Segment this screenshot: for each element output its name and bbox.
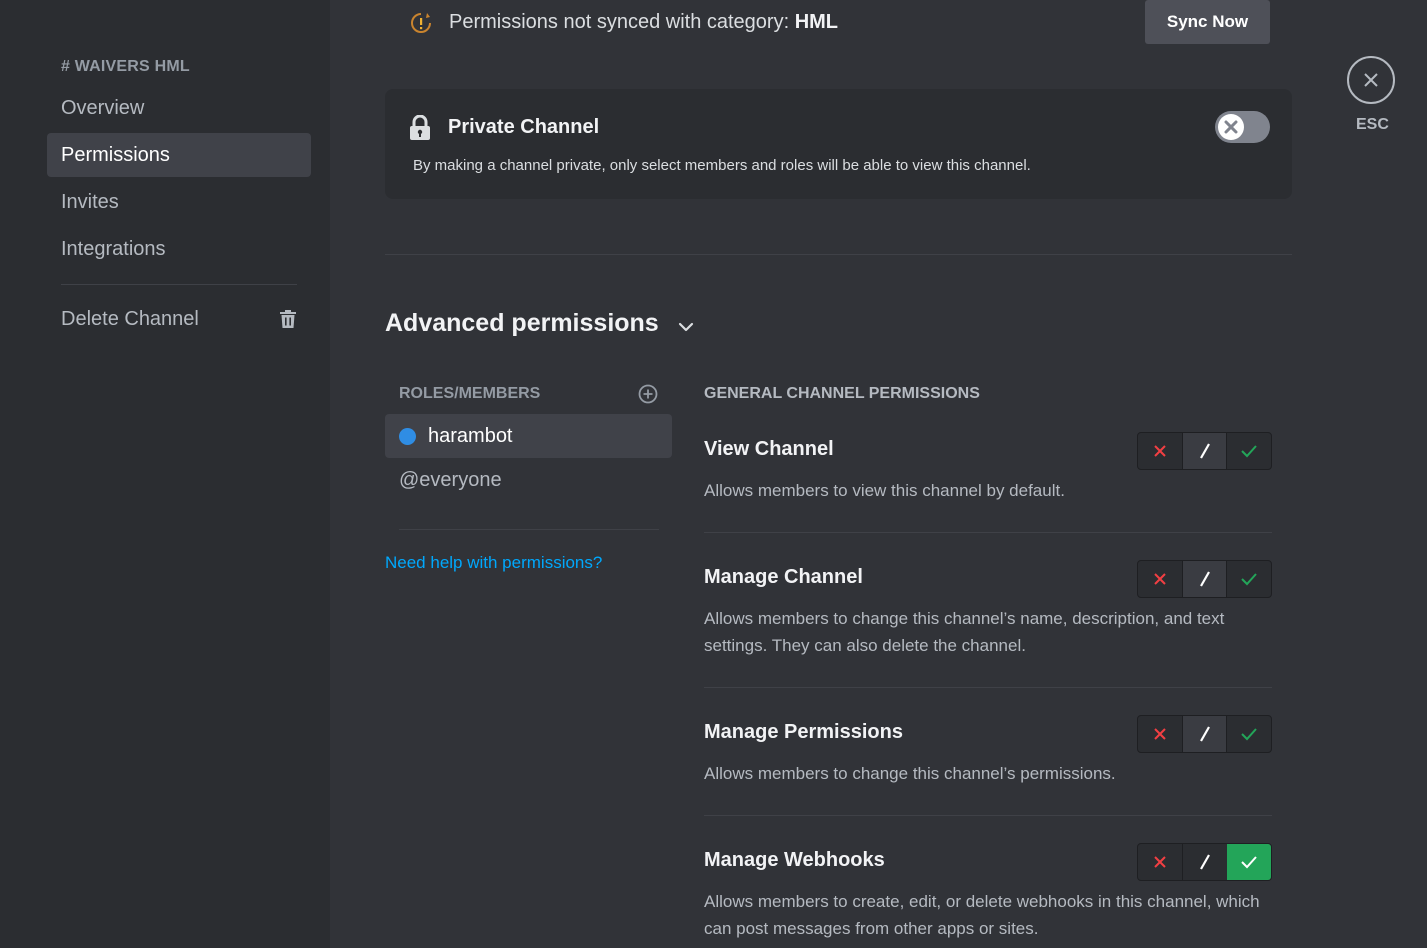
permission-tristate [1137, 843, 1272, 881]
role-item-everyone[interactable]: @everyone [385, 458, 672, 502]
chevron-down-icon[interactable] [677, 318, 695, 341]
x-icon [1154, 573, 1166, 585]
section-divider [385, 254, 1292, 255]
role-color-dot [399, 427, 416, 445]
sidebar-item-label: Delete Channel [61, 307, 199, 330]
settings-sidebar: # WAIVERS HML Overview Permissions Invit… [0, 0, 330, 948]
check-icon [1241, 856, 1257, 869]
x-icon [1154, 445, 1166, 457]
delete-channel-button[interactable]: Delete Channel [47, 297, 311, 341]
permission-tristate [1137, 432, 1272, 470]
private-channel-card: Private Channel By making a channel priv… [385, 89, 1292, 199]
permissions-help-link[interactable]: Need help with permissions? [385, 553, 602, 573]
permission-name: View Channel [704, 438, 834, 460]
sidebar-item-overview[interactable]: Overview [47, 86, 311, 130]
allow-button[interactable] [1227, 433, 1271, 469]
slash-icon [1199, 726, 1210, 742]
slash-icon [1199, 571, 1210, 587]
sidebar-item-integrations[interactable]: Integrations [47, 227, 311, 271]
permission-divider [704, 687, 1272, 688]
deny-button[interactable] [1138, 561, 1182, 597]
deny-button[interactable] [1138, 844, 1182, 880]
neutral-button[interactable] [1181, 561, 1228, 597]
allow-button[interactable] [1227, 716, 1271, 752]
permission-divider [704, 815, 1272, 816]
check-icon [1241, 728, 1257, 741]
permission-description: Allows members to change this channel’s … [704, 764, 1116, 783]
private-channel-title: Private Channel [448, 116, 600, 138]
permission-description: Allows members to change this channel’s … [704, 609, 1225, 655]
private-channel-toggle[interactable] [1215, 111, 1270, 143]
channel-name-header: # WAIVERS HML [61, 58, 190, 75]
sync-warning-icon [410, 12, 432, 39]
sync-now-button[interactable]: Sync Now [1145, 0, 1270, 44]
permission-description: Allows members to create, edit, or delet… [704, 892, 1260, 938]
sync-text-prefix: Permissions not synced with category: [449, 11, 795, 33]
check-icon [1241, 445, 1257, 458]
private-channel-description: By making a channel private, only select… [413, 157, 1031, 174]
permission-name: Manage Permissions [704, 721, 903, 743]
role-item-harambot[interactable]: harambot [385, 414, 672, 458]
advanced-permissions-title: Advanced permissions [385, 309, 659, 337]
add-role-icon[interactable] [638, 384, 658, 409]
toggle-knob [1218, 114, 1244, 140]
allow-button[interactable] [1227, 561, 1271, 597]
sidebar-item-label: Integrations [61, 237, 166, 260]
deny-button[interactable] [1138, 433, 1182, 469]
check-icon [1241, 573, 1257, 586]
close-icon [1224, 120, 1238, 134]
permissions-section-header: GENERAL CHANNEL PERMISSIONS [704, 385, 980, 402]
esc-label: ESC [1356, 116, 1389, 133]
x-icon [1154, 728, 1166, 740]
permission-divider [704, 532, 1272, 533]
neutral-button[interactable] [1182, 844, 1227, 880]
permission-tristate [1137, 560, 1272, 598]
close-settings-button[interactable] [1347, 56, 1395, 104]
permission-description: Allows members to view this channel by d… [704, 481, 1065, 500]
neutral-button[interactable] [1181, 433, 1228, 469]
roles-members-header: ROLES/MEMBERS [399, 385, 541, 402]
permission-name: Manage Webhooks [704, 849, 885, 871]
sync-category-name: HML [794, 11, 839, 33]
roles-divider [399, 529, 659, 530]
role-label: harambot [428, 424, 513, 447]
sidebar-item-permissions[interactable]: Permissions [47, 133, 311, 177]
sidebar-item-label: Permissions [61, 143, 170, 166]
sidebar-item-invites[interactable]: Invites [47, 180, 311, 224]
neutral-button[interactable] [1181, 716, 1228, 752]
slash-icon [1199, 443, 1210, 459]
sidebar-item-label: Overview [61, 96, 145, 119]
sidebar-divider [61, 284, 297, 285]
role-label: @everyone [399, 468, 502, 491]
sync-status-text: Permissions not synced with category: HM… [449, 11, 838, 34]
x-icon [1154, 856, 1166, 868]
allow-button[interactable] [1227, 844, 1271, 880]
sidebar-item-label: Invites [61, 190, 119, 213]
slash-icon [1200, 854, 1210, 870]
lock-icon [409, 114, 431, 146]
trash-icon [279, 309, 297, 335]
permission-name: Manage Channel [704, 566, 863, 588]
permission-tristate [1137, 715, 1272, 753]
close-icon [1364, 73, 1378, 87]
deny-button[interactable] [1138, 716, 1182, 752]
